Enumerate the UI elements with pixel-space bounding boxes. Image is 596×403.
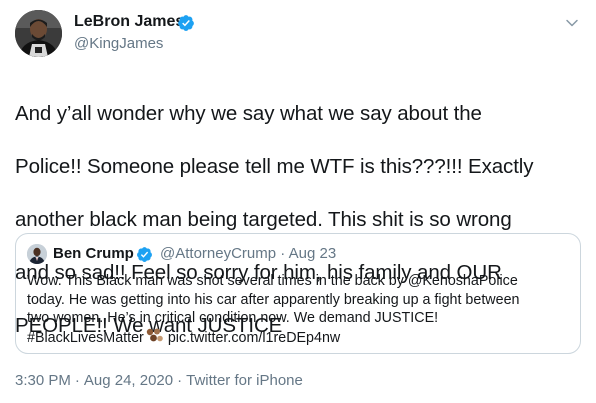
media-link[interactable]: pic.twitter.com/l1reDEp4nw [168,330,340,346]
tweet-footer: 3:30 PM · Aug 24, 2020 · Twitter for iPhone [15,372,303,389]
quoted-text-line: today. He was getting into his car after… [27,291,520,308]
tweet-time[interactable]: 3:30 PM [15,372,71,389]
tweet-card: LeBron James @KingJames And y’all wonder… [0,0,596,403]
verified-badge-icon [178,15,194,31]
tweet-date[interactable]: Aug 24, 2020 [84,372,173,389]
quoted-tweet-meta: @AttorneyCrump · Aug 23 [160,245,336,262]
tweet-text-line: another black man being targeted. This s… [15,207,512,231]
verified-badge-icon [137,247,152,262]
brown-hands-emoji-icon [146,328,163,341]
tweet-text-line: Police!! Someone please tell me WTF is t… [15,154,534,178]
hashtag-link[interactable]: #BlackLivesMatter [27,330,144,346]
tweet-source[interactable]: Twitter for iPhone [186,372,303,389]
author-name[interactable]: LeBron James [74,13,184,31]
quoted-tweet[interactable]: Ben Crump @AttorneyCrump · Aug 23 Wow. T… [15,233,581,354]
quoted-tweet-text: Wow. This Black man was shot several tim… [27,272,572,347]
tweet-text-line: And y’all wonder why we say what we say … [15,101,482,125]
quoted-author-name: Ben Crump [53,245,134,262]
quoted-text-line: two women. He’s in critical condition no… [27,310,439,326]
chevron-down-icon[interactable] [565,16,579,30]
quoted-text-line: Wow. This Black man was shot several tim… [27,273,518,289]
footer-separator: · [74,372,80,389]
author-avatar[interactable] [15,10,62,57]
quoted-tweet-date: Aug 23 [288,245,337,262]
quoted-text-line-last: #BlackLivesMatter pic.twitter.com/l1reDE… [27,328,572,348]
footer-separator: · [177,372,183,389]
author-handle[interactable]: @KingJames [74,35,163,52]
quoted-author-handle: @AttorneyCrump [160,245,277,262]
meta-separator: · [280,245,286,262]
quoted-author-avatar [27,244,47,264]
